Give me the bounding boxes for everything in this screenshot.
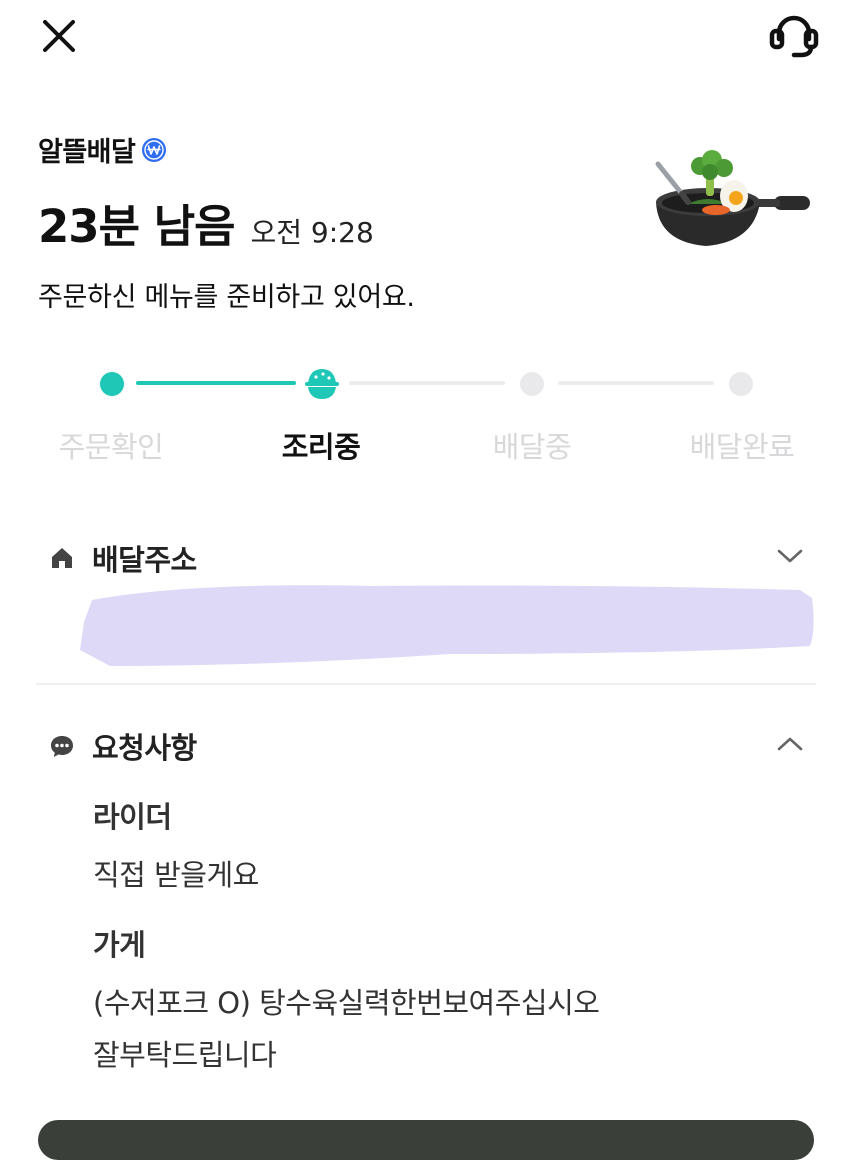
won-badge-icon [142, 137, 167, 162]
eta-arrival-time: 오전 9:28 [250, 216, 374, 249]
store-row: 알뜰배달 [38, 130, 167, 169]
section-divider [36, 683, 816, 685]
rider-request-label: 라이더 [93, 800, 172, 834]
eta-row: 23분 남음 오전 9:28 [38, 190, 374, 255]
customer-support-button[interactable] [764, 12, 824, 60]
order-status-message: 주문하신 메뉴를 준비하고 있어요. [38, 282, 415, 313]
step-label-cooking: 조리중 [281, 430, 361, 464]
eta-remaining: 23분 남음 [38, 200, 235, 253]
store-request-text-line1: (수저포크 O) 탕수육실력한번보여주십시오 [93, 986, 600, 1020]
rice-bowl-icon [305, 369, 339, 399]
chevron-down-icon[interactable] [776, 546, 804, 566]
requests-section-header[interactable]: 요청사항 [48, 725, 197, 767]
store-request-text-line2: 잘부탁드립니다 [93, 1038, 277, 1072]
progress-line-3 [558, 381, 714, 385]
step-label-delivered: 배달완료 [689, 430, 795, 464]
step-dot-delivering [520, 372, 544, 396]
map-preview-card[interactable] [38, 1120, 814, 1160]
store-name: 알뜰배달 [38, 137, 136, 168]
store-request-label: 가게 [93, 928, 146, 962]
chat-bubble-icon [51, 736, 73, 757]
close-button[interactable] [34, 14, 84, 58]
rider-request-text: 직접 받을게요 [93, 858, 259, 892]
progress-line-1 [136, 381, 296, 385]
step-dot-order-confirmed [100, 372, 124, 396]
frying-pan-icon [655, 150, 810, 246]
step-label-delivering: 배달중 [492, 430, 572, 464]
chevron-up-icon[interactable] [776, 734, 804, 754]
step-dot-delivered [729, 372, 753, 396]
headset-icon [769, 15, 819, 58]
home-icon [52, 548, 72, 568]
step-label-order-confirmed: 주문확인 [58, 430, 164, 464]
close-icon [43, 20, 75, 52]
requests-section-title: 요청사항 [92, 731, 197, 765]
progress-line-2 [349, 381, 505, 385]
redacted-address [80, 585, 814, 666]
